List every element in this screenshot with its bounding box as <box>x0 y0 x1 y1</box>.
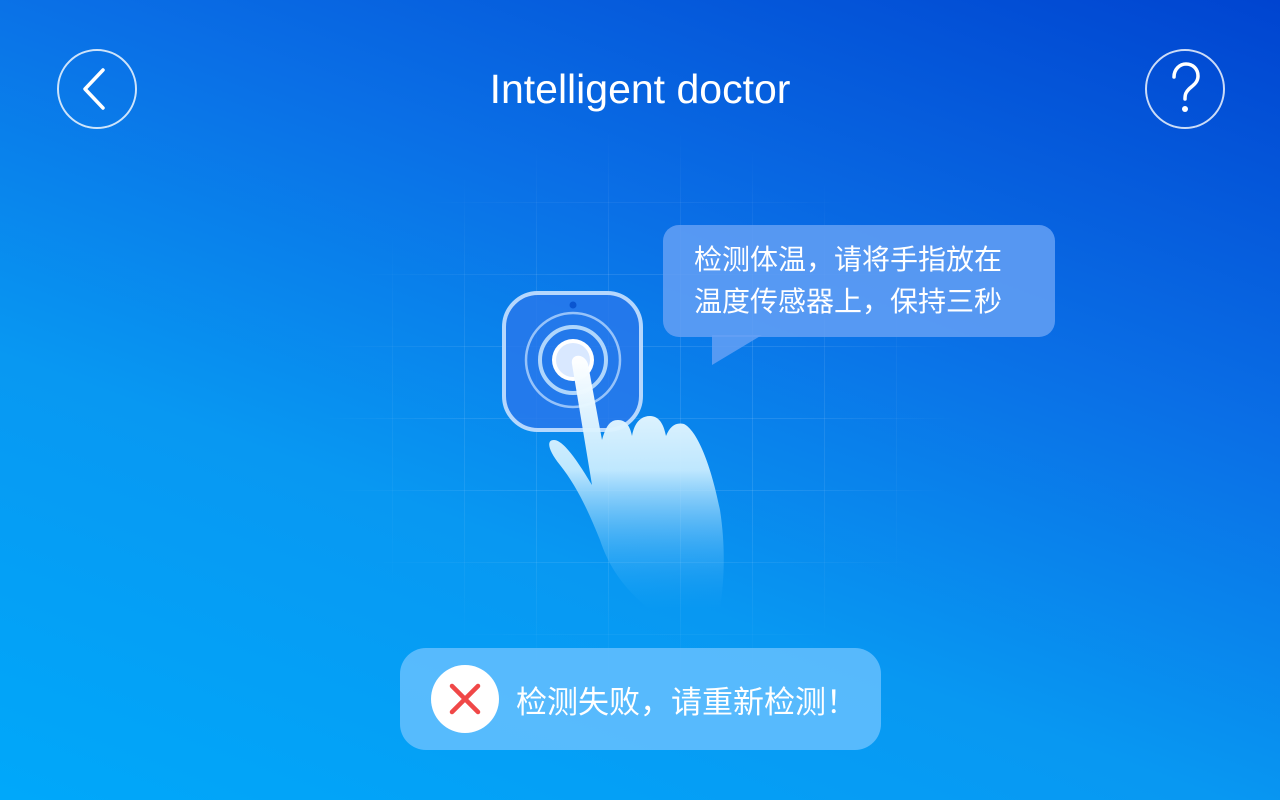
question-mark-icon <box>1172 62 1200 112</box>
pointing-hand-icon <box>549 355 724 610</box>
help-button[interactable] <box>1145 49 1225 129</box>
close-icon <box>449 683 481 715</box>
instruction-line-2: 温度传感器上，保持三秒 <box>694 285 1003 318</box>
page-title: Intelligent doctor <box>489 66 791 112</box>
error-icon-container <box>431 665 499 733</box>
error-toast: 检测失败，请重新检测！ <box>400 648 881 750</box>
error-message: 检测失败，请重新检测！ <box>516 684 857 721</box>
instruction-bubble: 检测体温，请将手指放在 温度传感器上，保持三秒 <box>663 225 1055 337</box>
instruction-line-1: 检测体温，请将手指放在 <box>694 243 1003 276</box>
